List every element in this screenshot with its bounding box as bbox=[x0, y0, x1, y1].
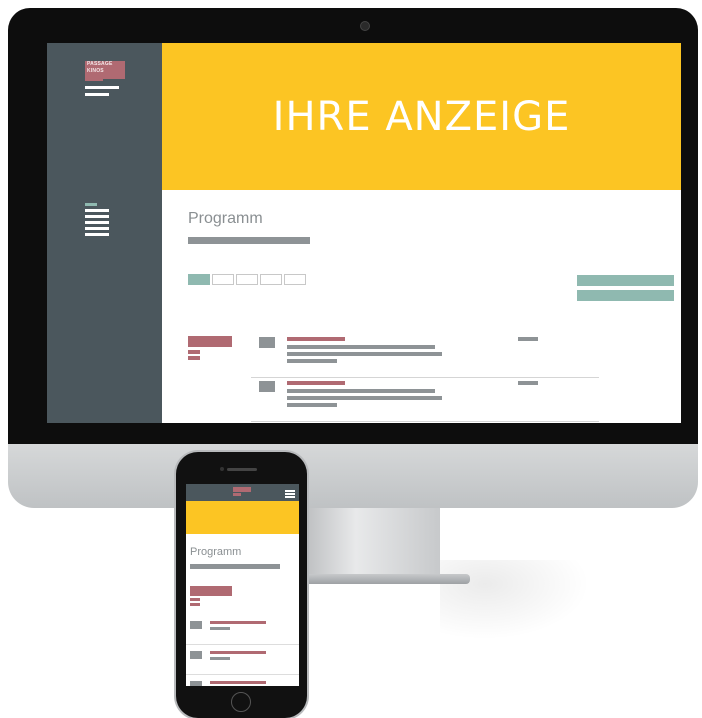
date-tab[interactable] bbox=[188, 274, 210, 285]
section-title: Programm bbox=[190, 546, 242, 558]
ad-banner[interactable]: IHRE ANZEIGE bbox=[162, 43, 681, 190]
logo-sub-mark bbox=[233, 493, 241, 496]
movie-info-placeholder bbox=[287, 352, 442, 356]
movie-title-placeholder bbox=[287, 337, 345, 341]
section-subtitle-placeholder bbox=[190, 564, 280, 569]
day-heading-placeholder bbox=[188, 336, 232, 347]
logo-sub-mark bbox=[85, 76, 103, 81]
sidebar: PASSAGE KINOS bbox=[47, 43, 162, 423]
section-subtitle-placeholder bbox=[188, 237, 310, 244]
camera-icon bbox=[220, 467, 224, 471]
date-tab[interactable] bbox=[260, 274, 282, 285]
movie-thumbnail bbox=[190, 621, 202, 629]
list-item[interactable] bbox=[186, 645, 299, 675]
hamburger-menu-icon[interactable] bbox=[285, 490, 295, 499]
movie-thumbnail bbox=[259, 381, 275, 392]
movie-title-placeholder bbox=[210, 681, 266, 684]
desktop-screen: PASSAGE KINOS IHRE ANZEIGE Programm bbox=[47, 43, 681, 423]
monitor-chin bbox=[8, 444, 698, 508]
date-tab[interactable] bbox=[284, 274, 306, 285]
movie-thumbnail bbox=[190, 681, 202, 686]
ad-banner[interactable] bbox=[186, 501, 299, 534]
day-subheading-placeholder bbox=[188, 350, 200, 354]
showtime-placeholder bbox=[518, 381, 538, 385]
date-tab[interactable] bbox=[236, 274, 258, 285]
mobile-phone: Programm bbox=[176, 452, 307, 718]
banner-title: IHRE ANZEIGE bbox=[272, 93, 571, 140]
date-tab[interactable] bbox=[212, 274, 234, 285]
section-title: Programm bbox=[188, 210, 263, 227]
list-item[interactable] bbox=[186, 615, 299, 645]
movie-thumbnail bbox=[190, 651, 202, 659]
mobile-header bbox=[186, 484, 299, 501]
movie-info-placeholder bbox=[287, 389, 435, 393]
list-item[interactable] bbox=[186, 675, 299, 686]
movie-info-placeholder bbox=[287, 359, 337, 363]
list-item[interactable] bbox=[251, 377, 599, 422]
menu-accent bbox=[85, 203, 97, 206]
movie-title-placeholder bbox=[287, 381, 345, 385]
date-tabs bbox=[188, 274, 308, 285]
list-item[interactable] bbox=[251, 333, 599, 378]
movie-info-placeholder bbox=[287, 396, 442, 400]
movie-info-placeholder bbox=[210, 627, 230, 630]
movie-info-placeholder bbox=[287, 403, 337, 407]
day-subheading-placeholder bbox=[190, 598, 200, 601]
logo-tagline-line bbox=[85, 93, 109, 96]
filter-button[interactable] bbox=[577, 275, 674, 286]
desktop-monitor: PASSAGE KINOS IHRE ANZEIGE Programm bbox=[8, 8, 698, 444]
day-subheading-placeholder bbox=[188, 356, 200, 360]
showtime-placeholder bbox=[518, 337, 538, 341]
movie-title-placeholder bbox=[210, 621, 266, 624]
camera-icon bbox=[360, 21, 370, 31]
filter-button[interactable] bbox=[577, 290, 674, 301]
speaker-icon bbox=[227, 468, 257, 471]
stand-shadow bbox=[440, 560, 590, 640]
hamburger-menu-icon[interactable] bbox=[85, 209, 109, 239]
movie-thumbnail bbox=[259, 337, 275, 348]
logo-tagline-line bbox=[85, 86, 119, 89]
mobile-screen: Programm bbox=[186, 484, 299, 686]
monitor-stand bbox=[300, 508, 440, 578]
day-heading-placeholder bbox=[190, 586, 232, 596]
movie-info-placeholder bbox=[210, 657, 230, 660]
movie-info-placeholder bbox=[287, 345, 435, 349]
home-button[interactable] bbox=[231, 692, 251, 712]
logo[interactable] bbox=[233, 487, 251, 492]
movie-title-placeholder bbox=[210, 651, 266, 654]
day-subheading-placeholder bbox=[190, 603, 200, 606]
